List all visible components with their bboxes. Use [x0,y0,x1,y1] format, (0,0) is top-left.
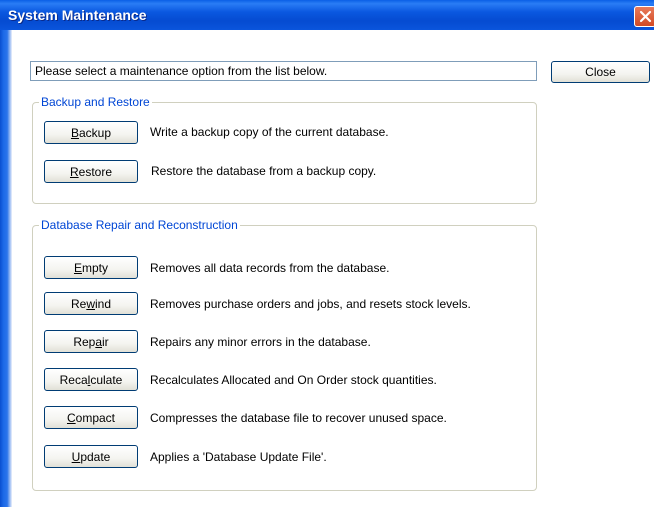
recalculate-button[interactable]: Recalculate [44,368,138,391]
title-bar[interactable]: System Maintenance [0,0,654,30]
update-button[interactable]: Update [44,445,138,468]
window-close-button[interactable] [634,6,654,27]
close-icon [639,10,652,23]
restore-button[interactable]: Restore [44,160,138,183]
recalculate-description: Recalculates Allocated and On Order stoc… [150,373,437,387]
rewind-description: Removes purchase orders and jobs, and re… [150,297,471,311]
compact-description: Compresses the database file to recover … [150,411,447,425]
instruction-field: Please select a maintenance option from … [30,61,537,81]
repair-reconstruction-legend: Database Repair and Reconstruction [39,218,240,232]
backup-restore-legend: Backup and Restore [39,95,152,109]
empty-button[interactable]: Empty [44,256,138,279]
restore-description: Restore the database from a backup copy. [151,164,377,178]
repair-button[interactable]: Repair [44,330,138,353]
system-maintenance-window: System Maintenance Please select a maint… [0,0,654,507]
rewind-button[interactable]: Rewind [44,292,138,315]
repair-description: Repairs any minor errors in the database… [150,335,371,349]
empty-description: Removes all data records from the databa… [150,261,390,275]
window-left-border [0,30,12,507]
close-button[interactable]: Close [551,61,650,83]
backup-restore-group [32,102,537,204]
compact-button[interactable]: Compact [44,406,138,429]
window-title: System Maintenance [8,7,147,23]
update-description: Applies a 'Database Update File'. [150,450,327,464]
backup-button[interactable]: Backup [44,121,138,144]
backup-description: Write a backup copy of the current datab… [150,125,389,139]
